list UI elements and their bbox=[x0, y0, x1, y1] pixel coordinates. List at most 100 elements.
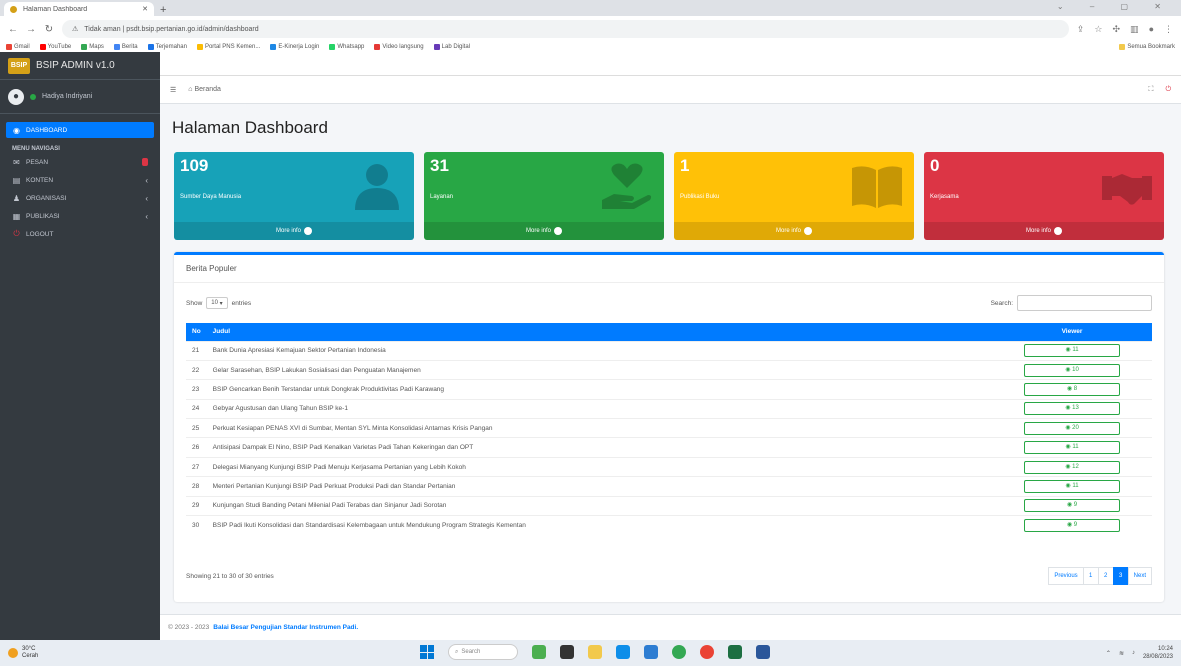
tab-close-icon[interactable]: ✕ bbox=[142, 5, 148, 13]
viewer-badge[interactable]: ◉ 9 bbox=[1024, 518, 1120, 532]
store-icon[interactable] bbox=[644, 645, 658, 659]
bookmark-item[interactable]: Whatsapp bbox=[329, 44, 364, 50]
bookmark-item[interactable]: Berita bbox=[113, 44, 138, 50]
row-title-link[interactable]: Delegasi Mianyang Kunjungi BSIP Padi Men… bbox=[206, 456, 992, 477]
row-title-link[interactable]: BSIP Gencarkan Benih Terstandar untuk Do… bbox=[206, 379, 992, 400]
bookmark-item[interactable]: Video langsung bbox=[374, 44, 424, 50]
bookmark-item[interactable]: Gmail bbox=[6, 44, 30, 50]
row-title-link[interactable]: Kunjungan Studi Banding Petani Milenial … bbox=[206, 495, 992, 516]
bookmarks-bar: Gmail YouTube Maps Berita Terjemahan Portal P… bbox=[0, 42, 1181, 76]
all-bookmarks[interactable]: Semua Bookmark bbox=[1119, 44, 1175, 50]
row-no: 26 bbox=[186, 437, 207, 458]
weather-widget[interactable]: 30°C Cerah bbox=[8, 646, 38, 660]
viewer-badge[interactable]: ◉ 8 bbox=[1024, 382, 1120, 396]
sidebar-item-konten[interactable]: ▤ KONTEN ‹ bbox=[6, 172, 154, 188]
col-viewer[interactable]: Viewer bbox=[992, 323, 1152, 341]
sidebar-item-logout[interactable]: ⏻ LOGOUT bbox=[6, 226, 154, 242]
viewer-badge[interactable]: ◉ 13 bbox=[1024, 402, 1120, 416]
profile-icon[interactable]: ● bbox=[1149, 24, 1154, 35]
chrome-icon[interactable] bbox=[672, 645, 686, 659]
taskview-icon[interactable] bbox=[560, 645, 574, 659]
sidepanel-icon[interactable]: ▥ bbox=[1130, 24, 1139, 35]
page-next[interactable]: Next bbox=[1127, 567, 1152, 585]
back-icon[interactable]: ← bbox=[8, 24, 18, 35]
taskbar-search[interactable]: ⌕ Search bbox=[448, 644, 518, 660]
row-no: 29 bbox=[186, 495, 207, 516]
bookmark-item[interactable]: Maps bbox=[81, 44, 104, 50]
fullscreen-icon[interactable]: ⛶ bbox=[1149, 86, 1154, 94]
row-title-link[interactable]: Antisipasi Dampak El Nino, BSIP Padi Ken… bbox=[206, 437, 992, 458]
wifi-icon[interactable]: ≋ bbox=[1119, 650, 1124, 657]
edge-icon[interactable] bbox=[616, 645, 630, 659]
widgets-app-icon[interactable] bbox=[532, 645, 546, 659]
power-icon[interactable]: ⏻ bbox=[1165, 86, 1171, 94]
viewer-badge[interactable]: ◉ 9 bbox=[1024, 499, 1120, 513]
row-viewer: ◉ 11 bbox=[992, 437, 1152, 458]
address-bar[interactable]: ⚠ Tidak aman | psdt.bsip.pertanian.go.id… bbox=[62, 20, 1069, 38]
more-info-link[interactable]: More info bbox=[174, 222, 414, 240]
book-icon bbox=[850, 162, 904, 210]
footer-org-link[interactable]: Balai Besar Pengujian Standar Instrumen … bbox=[213, 624, 358, 631]
tray-chevron-icon[interactable]: ⌃ bbox=[1106, 650, 1111, 657]
star-icon[interactable]: ☆ bbox=[1094, 24, 1102, 35]
menu-header: MENU NAVIGASI bbox=[12, 146, 60, 152]
bookmark-item[interactable]: Lab Digital bbox=[433, 44, 470, 50]
user-panel[interactable]: ● Hadiya Indriyani bbox=[0, 80, 160, 114]
excel-icon[interactable] bbox=[728, 645, 742, 659]
col-no[interactable]: No bbox=[186, 323, 207, 341]
browser-tab[interactable]: Halaman Dashboard ✕ bbox=[4, 2, 154, 16]
entries-select[interactable]: 10 ▾ bbox=[206, 297, 228, 309]
sidebar-item-dashboard[interactable]: ◉ DASHBOARD bbox=[6, 122, 154, 138]
windows-start-icon[interactable] bbox=[420, 645, 434, 659]
extensions-icon[interactable]: ✣ bbox=[1113, 24, 1121, 35]
reload-icon[interactable]: ↻ bbox=[44, 24, 54, 35]
share-icon[interactable]: ⇪ bbox=[1077, 24, 1085, 35]
viewer-badge[interactable]: ◉ 11 bbox=[1024, 344, 1120, 358]
file-explorer-icon[interactable] bbox=[588, 645, 602, 659]
viewer-badge[interactable]: ◉ 11 bbox=[1024, 479, 1120, 493]
sidebar-item-pesan[interactable]: ✉ PESAN bbox=[6, 154, 154, 170]
brand[interactable]: BSIP BSIP ADMIN v1.0 bbox=[0, 52, 160, 80]
bookmark-favicon-icon bbox=[6, 44, 12, 50]
menu-kebab-icon[interactable]: ⋮ bbox=[1164, 24, 1173, 35]
home-link[interactable]: ⌂ Beranda bbox=[188, 86, 221, 93]
page-previous[interactable]: Previous bbox=[1048, 567, 1084, 585]
bookmark-item[interactable]: Portal PNS Kemen... bbox=[196, 44, 260, 50]
col-judul[interactable]: Judul bbox=[206, 323, 992, 341]
bookmark-item[interactable]: YouTube bbox=[39, 44, 71, 50]
page-2[interactable]: 2 bbox=[1097, 567, 1114, 585]
bookmark-item[interactable]: E-Kinerja Login bbox=[270, 44, 319, 50]
bookmark-label: Berita bbox=[121, 44, 138, 50]
row-no: 30 bbox=[186, 515, 207, 535]
viewer-badge[interactable]: ◉ 11 bbox=[1024, 441, 1120, 455]
search-input[interactable] bbox=[1017, 295, 1152, 311]
table-row: 25 Perkuat Kesiapan PENAS XVI di Sumbar, … bbox=[186, 418, 1152, 438]
sidebar-item-publikasi[interactable]: ▦ PUBLIKASI ‹ bbox=[6, 208, 154, 224]
page-3[interactable]: 3 bbox=[1112, 567, 1129, 585]
row-title-link[interactable]: Gebyar Agustusan dan Ulang Tahun BSIP ke… bbox=[206, 398, 992, 419]
viewer-badge[interactable]: ◉ 12 bbox=[1024, 460, 1120, 474]
row-title-link[interactable]: Bank Dunia Apresiasi Kemajuan Sektor Per… bbox=[206, 340, 992, 361]
row-no: 28 bbox=[186, 476, 207, 497]
more-info-link[interactable]: More info bbox=[924, 222, 1164, 240]
row-title-link[interactable]: Menteri Pertanian Kunjungi BSIP Padi Per… bbox=[206, 476, 992, 497]
window-controls[interactable]: ⌄ – ▢ ✕ bbox=[1057, 2, 1173, 11]
viewer-badge[interactable]: ◉ 20 bbox=[1024, 421, 1120, 435]
bookmark-item[interactable]: Terjemahan bbox=[147, 44, 187, 50]
row-title-link[interactable]: BSIP Padi Ikuti Konsolidasi dan Standard… bbox=[206, 515, 992, 535]
chrome-profile-icon[interactable] bbox=[700, 645, 714, 659]
volume-icon[interactable]: ♪ bbox=[1132, 650, 1135, 656]
new-tab-icon[interactable]: + bbox=[160, 4, 166, 16]
row-title-link[interactable]: Gelar Sarasehan, BSIP Lakukan Sosialisas… bbox=[206, 359, 992, 380]
taskbar-clock[interactable]: 10:24 28/08/2023 bbox=[1143, 645, 1173, 661]
forward-icon[interactable]: → bbox=[26, 24, 36, 35]
sidebar-item-organisasi[interactable]: ♟ ORGANISASI ‹ bbox=[6, 190, 154, 206]
hamburger-icon[interactable]: ☰ bbox=[170, 86, 176, 94]
more-info-link[interactable]: More info bbox=[424, 222, 664, 240]
footer: © 2023 - 2023 Balai Besar Pengujian Stan… bbox=[160, 614, 1181, 640]
page-1[interactable]: 1 bbox=[1082, 567, 1099, 585]
word-icon[interactable] bbox=[756, 645, 770, 659]
more-info-link[interactable]: More info bbox=[674, 222, 914, 240]
row-title-link[interactable]: Perkuat Kesiapan PENAS XVI di Sumbar, Me… bbox=[206, 418, 992, 438]
viewer-badge[interactable]: ◉ 10 bbox=[1024, 363, 1120, 377]
